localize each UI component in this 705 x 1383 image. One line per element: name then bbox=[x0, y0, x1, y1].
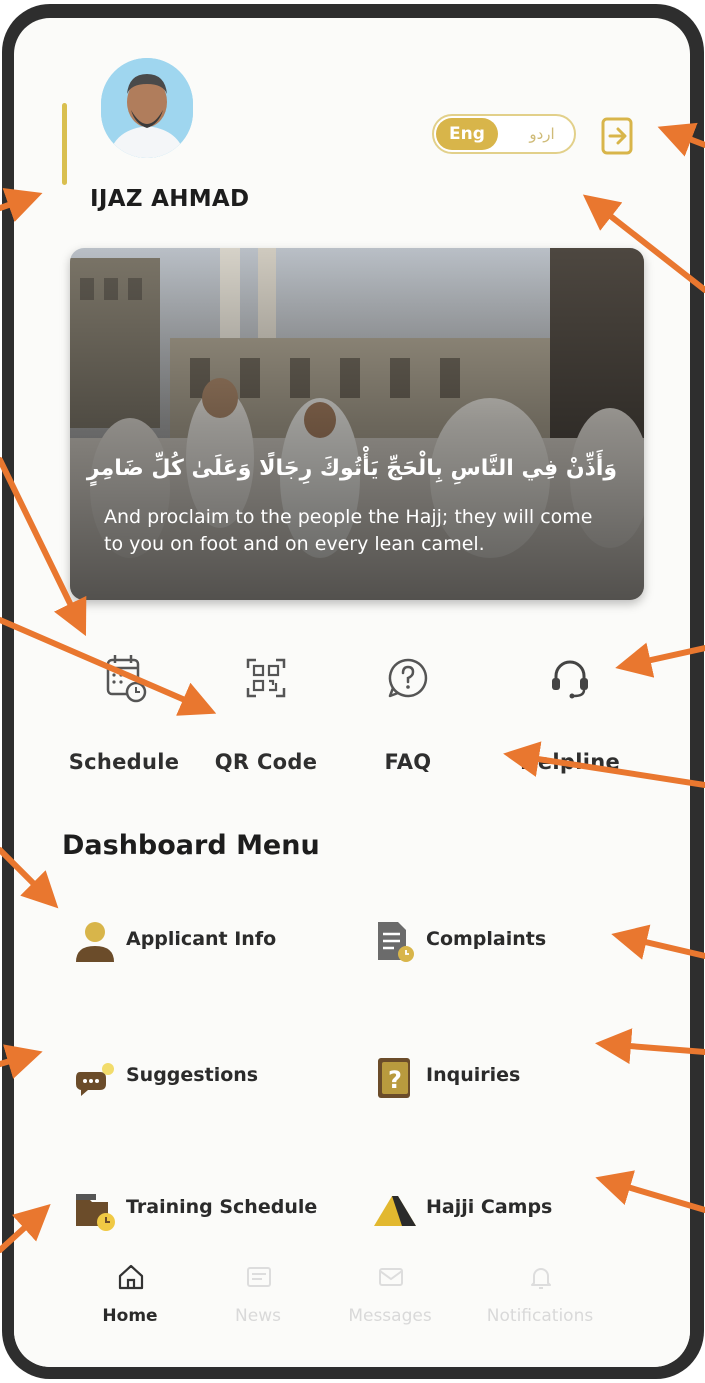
envelope-icon bbox=[376, 1262, 406, 1292]
quick-action-label: FAQ bbox=[384, 750, 432, 774]
lang-option-english[interactable]: Eng bbox=[436, 118, 498, 150]
menu-item-label: Suggestions bbox=[126, 1064, 259, 1086]
menu-item-label: Training Schedule bbox=[126, 1196, 318, 1218]
news-icon bbox=[244, 1262, 274, 1292]
dashboard-menu-title: Dashboard Menu bbox=[62, 830, 320, 861]
document-clock-icon bbox=[370, 920, 420, 964]
menu-item-training-schedule[interactable]: Training Schedule bbox=[70, 1182, 360, 1238]
nav-label: Home bbox=[102, 1306, 158, 1326]
menu-item-complaints[interactable]: Complaints bbox=[370, 914, 620, 970]
banner-english-translation: And proclaim to the people the Hajj; the… bbox=[104, 506, 593, 555]
profile-accent-bar bbox=[62, 103, 67, 185]
hajj-banner: وَأَذِّنْ فِي النَّاسِ بِالْحَجِّ يَأْتُ… bbox=[70, 248, 644, 600]
menu-item-label: Complaints bbox=[426, 928, 547, 950]
bottom-navigation: Home News Messages Notifications bbox=[14, 1246, 690, 1367]
menu-item-label: Applicant Info bbox=[126, 928, 277, 950]
folder-clock-icon bbox=[70, 1188, 120, 1232]
chat-bubble-icon bbox=[70, 1056, 120, 1100]
nav-label: Messages bbox=[348, 1306, 432, 1326]
question-circle-icon bbox=[378, 648, 438, 708]
lang-option-urdu[interactable]: اردو bbox=[512, 118, 572, 150]
menu-item-hajji-camps[interactable]: Hajji Camps bbox=[370, 1182, 620, 1238]
menu-item-inquiries[interactable]: ? Inquiries bbox=[370, 1050, 620, 1106]
logout-icon bbox=[601, 117, 633, 155]
phone-frame: IJAZ AHMAD Eng اردو وَأَذِّنْ فِي النَّا… bbox=[0, 4, 705, 1381]
bell-icon bbox=[526, 1262, 556, 1292]
menu-item-label: Hajji Camps bbox=[426, 1196, 553, 1218]
svg-text:?: ? bbox=[388, 1066, 402, 1094]
question-book-icon: ? bbox=[370, 1056, 420, 1100]
logout-button[interactable] bbox=[600, 116, 636, 156]
nav-label: News bbox=[235, 1306, 281, 1326]
nav-label: Notifications bbox=[486, 1306, 594, 1326]
person-icon bbox=[70, 920, 120, 964]
avatar[interactable] bbox=[101, 58, 193, 158]
quick-action-qr-code[interactable]: QR Code bbox=[196, 638, 336, 788]
user-name: IJAZ AHMAD bbox=[90, 186, 250, 212]
quick-action-label: Schedule bbox=[68, 750, 180, 774]
qr-code-icon bbox=[236, 648, 296, 708]
quick-action-schedule[interactable]: Schedule bbox=[54, 638, 194, 788]
menu-item-suggestions[interactable]: Suggestions bbox=[70, 1050, 320, 1106]
quick-action-faq[interactable]: FAQ bbox=[338, 638, 478, 788]
quick-action-helpline[interactable]: Helpline bbox=[500, 638, 640, 788]
home-icon bbox=[116, 1262, 146, 1292]
headset-icon bbox=[540, 648, 600, 708]
nav-item-messages[interactable]: Messages bbox=[330, 1262, 450, 1352]
tent-icon bbox=[370, 1188, 420, 1232]
nav-item-news[interactable]: News bbox=[198, 1262, 318, 1352]
menu-item-label: Inquiries bbox=[426, 1064, 521, 1086]
banner-arabic-verse: وَأَذِّنْ فِي النَّاسِ بِالْحَجِّ يَأْتُ… bbox=[86, 456, 618, 481]
menu-item-applicant-info[interactable]: Applicant Info bbox=[70, 914, 320, 970]
nav-item-notifications[interactable]: Notifications bbox=[480, 1262, 600, 1352]
calendar-clock-icon bbox=[94, 648, 154, 708]
nav-item-home[interactable]: Home bbox=[70, 1262, 190, 1352]
language-toggle[interactable]: Eng اردو bbox=[432, 114, 576, 154]
quick-action-label: Helpline bbox=[519, 750, 621, 774]
user-photo bbox=[101, 58, 193, 158]
app-screen: IJAZ AHMAD Eng اردو وَأَذِّنْ فِي النَّا… bbox=[14, 18, 690, 1367]
quick-action-label: QR Code bbox=[214, 750, 318, 774]
